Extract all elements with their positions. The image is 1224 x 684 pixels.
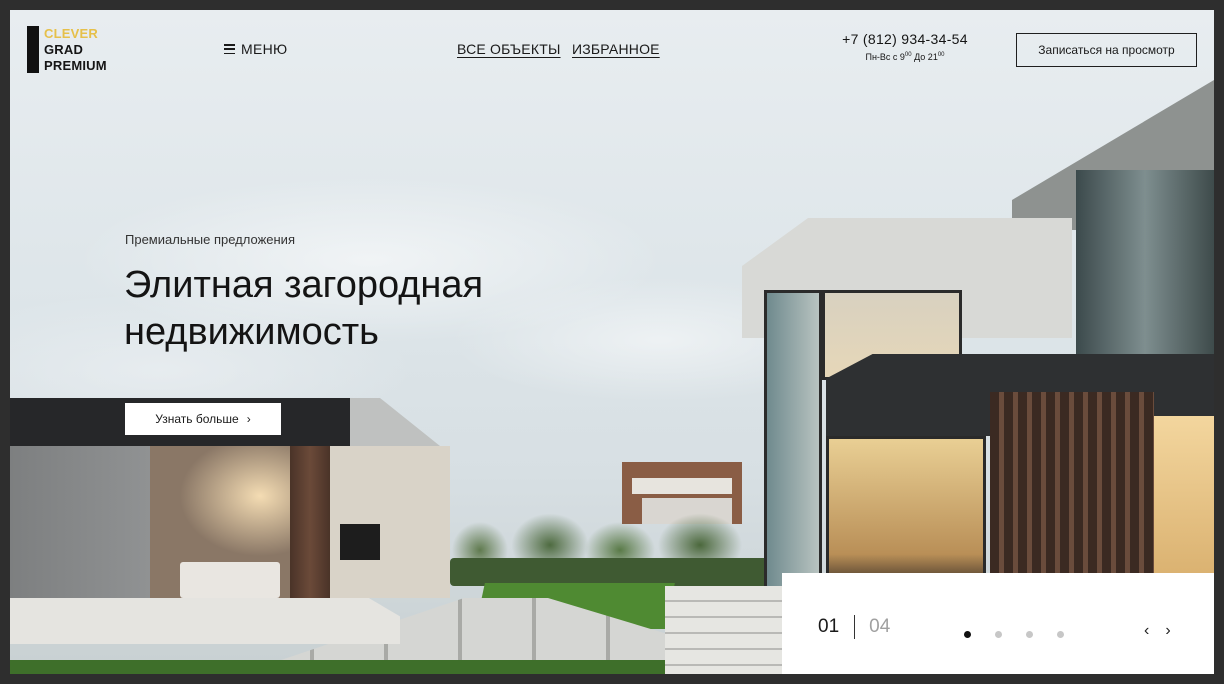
front-lawn xyxy=(10,660,710,674)
chevron-left-icon[interactable]: ‹ xyxy=(1142,622,1151,640)
counter-divider xyxy=(854,615,856,639)
logo-line-clever: CLEVER xyxy=(44,26,98,41)
logo-text: CLEVER GRAD PREMIUM xyxy=(44,26,107,74)
book-viewing-button[interactable]: Записаться на просмотр xyxy=(1016,33,1197,67)
slider-dot-2[interactable] xyxy=(995,631,1002,638)
entrance-steps xyxy=(665,586,785,674)
hero-title-line-1: Элитная загородная xyxy=(124,264,484,306)
hero-title: Элитная загородная недвижимость xyxy=(124,262,483,356)
menu-button[interactable]: МЕНЮ xyxy=(224,41,287,57)
slider-dot-4[interactable] xyxy=(1057,631,1064,638)
slider-dot-3[interactable] xyxy=(1026,631,1033,638)
hamburger-icon xyxy=(224,44,235,54)
learn-more-button[interactable]: Узнать больше › xyxy=(125,403,281,435)
working-hours: Пн-Вс с 900 До 2100 xyxy=(840,52,970,62)
hours-sup-close: 00 xyxy=(937,52,945,58)
chevron-right-icon[interactable]: › xyxy=(1163,622,1172,640)
menu-label: МЕНЮ xyxy=(241,41,288,57)
learn-more-label: Узнать больше xyxy=(155,412,239,426)
total-slides: 04 xyxy=(869,616,891,637)
slider-arrows: ‹ › xyxy=(1142,622,1173,640)
page-frame: CLEVER GRAD PREMIUM МЕНЮ ВСЕ ОБЪЕКТЫ ИЗБ… xyxy=(10,10,1214,674)
logo-line-premium: PREMIUM xyxy=(44,58,107,73)
hero-title-line-2: недвижимость xyxy=(124,311,379,353)
hero-eyebrow: Премиальные предложения xyxy=(125,232,295,247)
patio-furniture xyxy=(180,562,280,598)
logo-line-grad: GRAD xyxy=(44,42,84,57)
slider-panel: 01 04 ‹ › xyxy=(782,573,1214,674)
current-slide: 01 xyxy=(818,616,840,637)
slider-dots xyxy=(964,631,1064,638)
hedge xyxy=(450,558,770,586)
hours-sup-open: 00 xyxy=(904,52,912,58)
contact-block: +7 (812) 934-34-54 Пн-Вс с 900 До 2100 xyxy=(840,31,970,62)
chevron-right-icon: › xyxy=(246,412,251,426)
terrace xyxy=(10,598,400,644)
hours-prefix: Пн-Вс с 9 xyxy=(865,52,905,62)
slider-dot-1[interactable] xyxy=(964,631,971,638)
nav-favorites-link[interactable]: ИЗБРАННОЕ xyxy=(572,41,660,57)
logo[interactable]: CLEVER GRAD PREMIUM xyxy=(27,26,107,74)
nav-all-objects-link[interactable]: ВСЕ ОБЪЕКТЫ xyxy=(457,41,561,57)
phone-number[interactable]: +7 (812) 934-34-54 xyxy=(840,31,970,47)
logo-bar xyxy=(27,26,39,73)
slide-counter: 01 04 xyxy=(818,615,890,639)
hours-middle: До 21 xyxy=(911,52,938,62)
